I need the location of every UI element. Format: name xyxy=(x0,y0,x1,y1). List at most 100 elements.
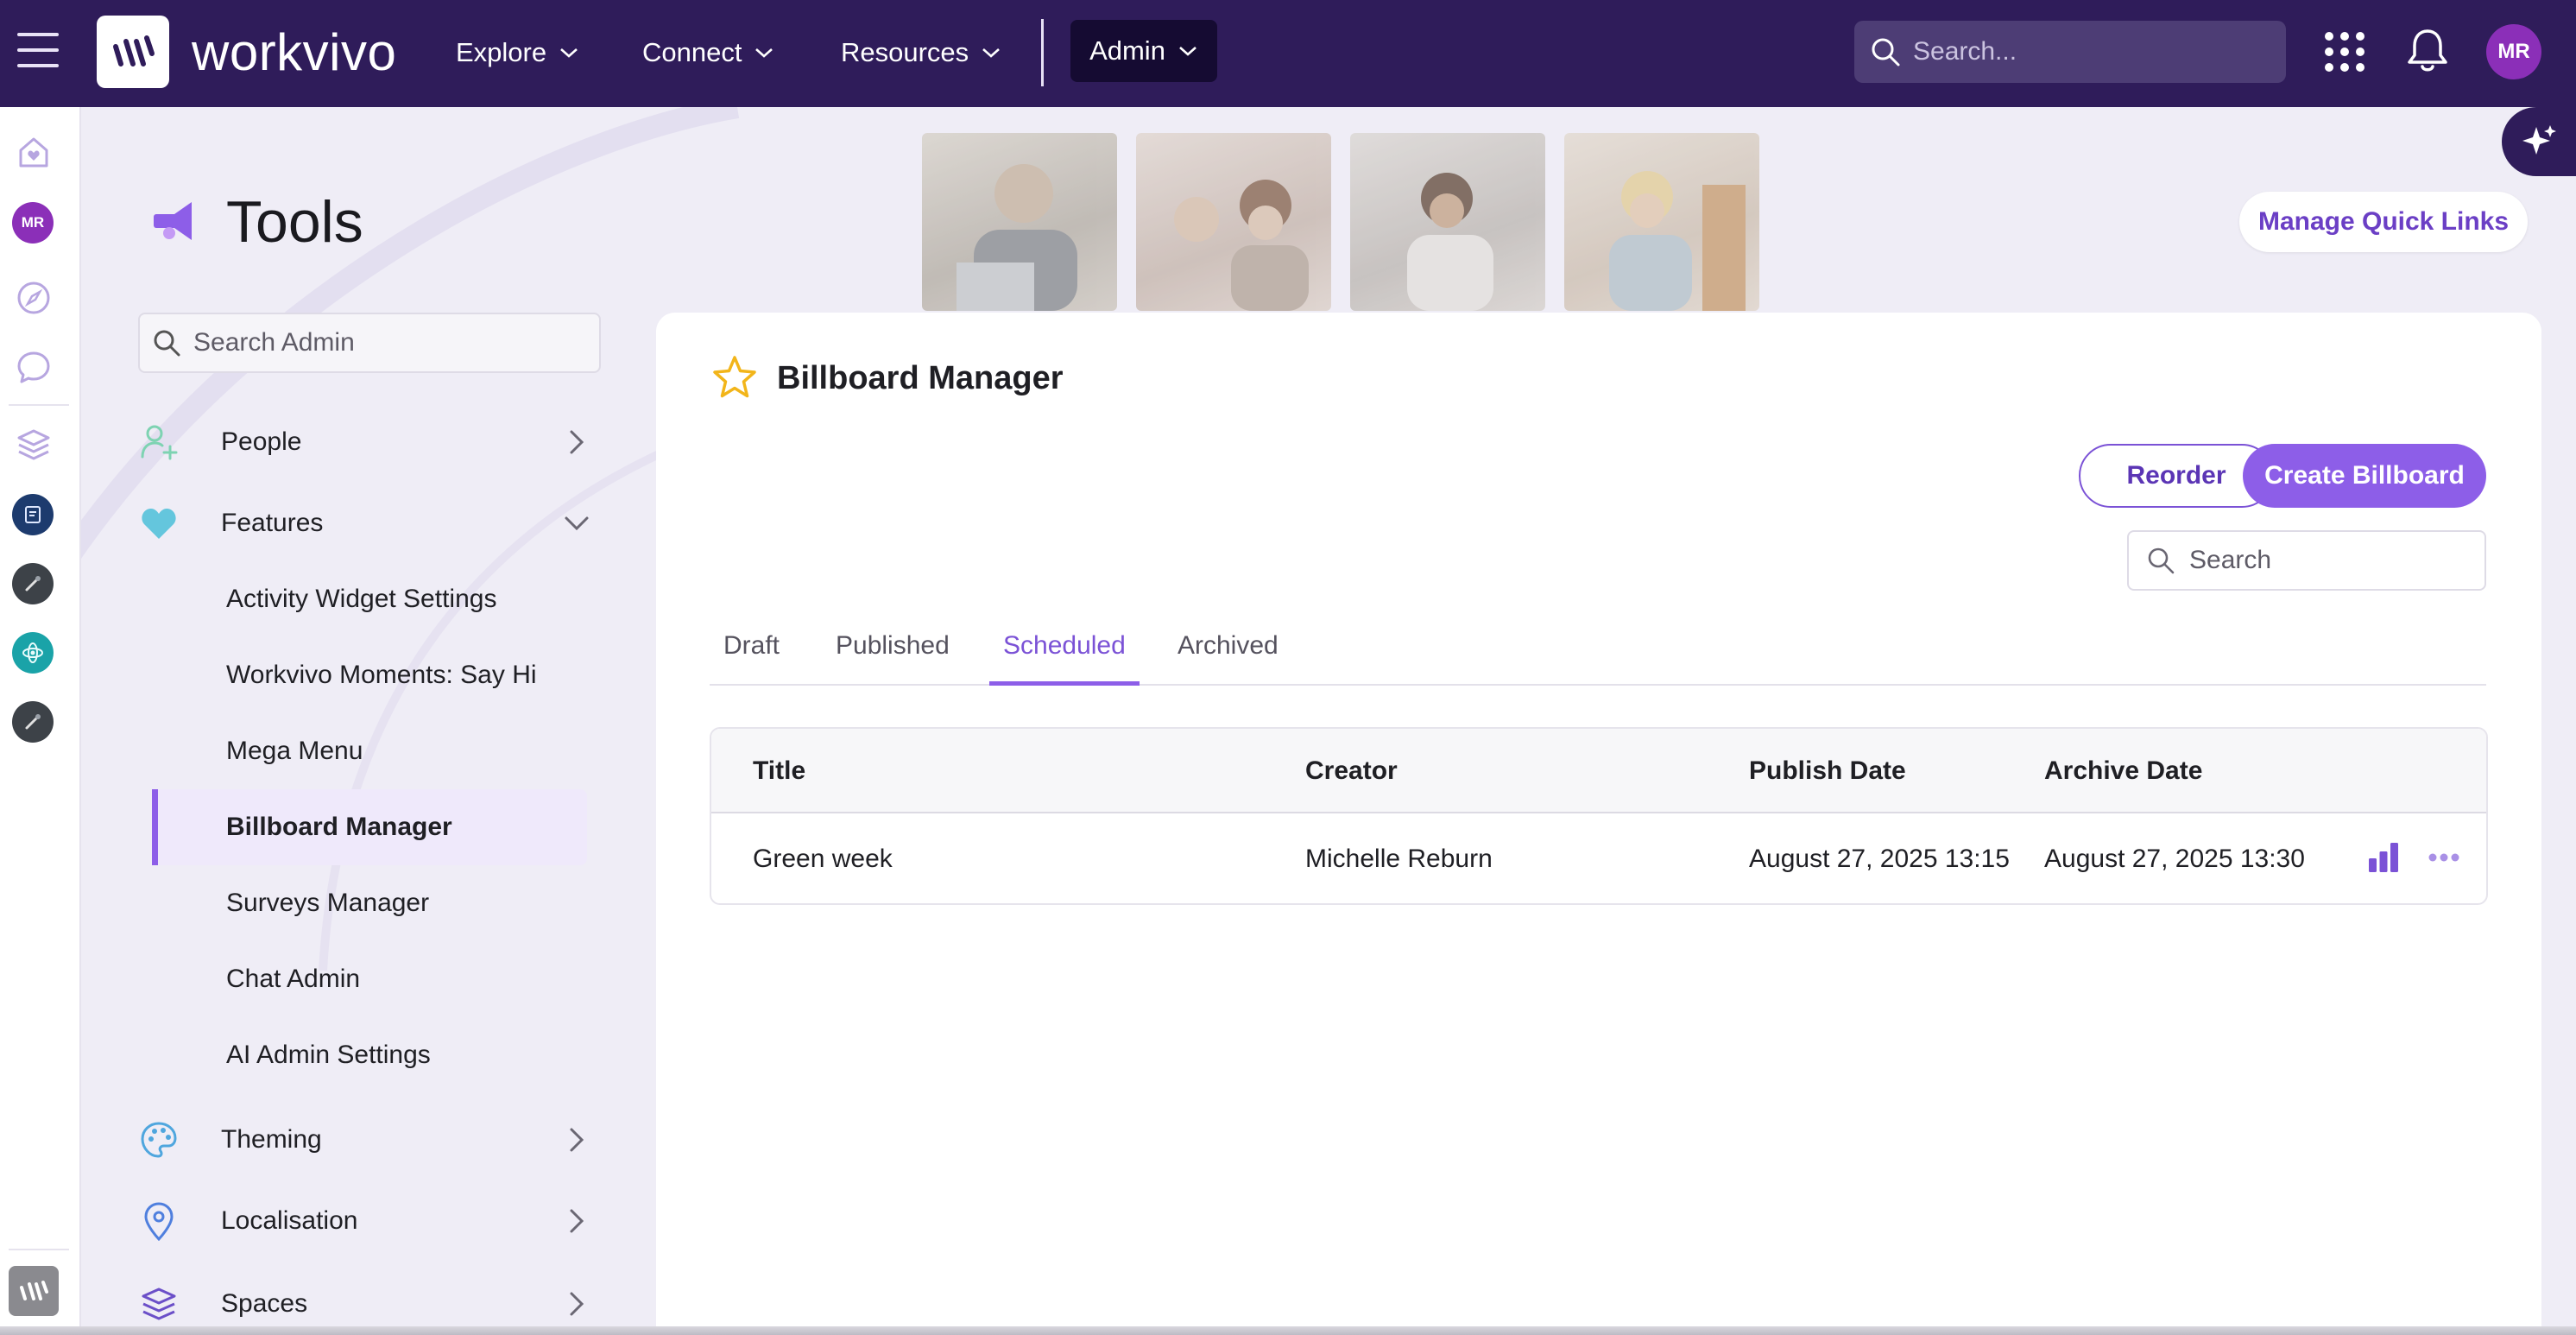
tab-archived[interactable]: Archived xyxy=(1164,606,1292,686)
sidebar-section-label: Theming xyxy=(221,1125,322,1154)
billboard-manager-panel: Billboard Manager Reorder Create Billboa… xyxy=(656,313,2541,1335)
chevron-down-icon xyxy=(560,48,578,58)
nav-admin[interactable]: Admin xyxy=(1070,20,1217,82)
nav-resources-label: Resources xyxy=(841,37,969,67)
chevron-down-icon xyxy=(565,516,589,531)
panel-title: Billboard Manager xyxy=(777,360,1064,396)
nav-divider xyxy=(1041,19,1044,86)
location-pin-icon xyxy=(138,1200,180,1242)
sidebar-item-surveys-manager[interactable]: Surveys Manager xyxy=(152,865,587,941)
sidebar-section-people[interactable]: People xyxy=(138,414,601,470)
admin-search[interactable] xyxy=(138,313,601,373)
chat-bubble-icon[interactable] xyxy=(16,349,52,385)
apps-grid-icon[interactable] xyxy=(2324,31,2365,73)
hero-photo-3 xyxy=(1350,133,1545,311)
user-avatar[interactable]: MR xyxy=(2486,24,2541,79)
cell-creator: Michelle Reburn xyxy=(1305,845,1493,873)
chevron-right-icon xyxy=(570,1209,584,1233)
search-icon xyxy=(1872,38,1900,66)
chevron-right-icon xyxy=(570,1128,584,1152)
manage-quick-links-button[interactable]: Manage Quick Links xyxy=(2239,192,2528,252)
nav-explore[interactable]: Explore xyxy=(456,26,579,79)
compass-icon[interactable] xyxy=(16,280,52,316)
sidebar-section-spaces[interactable]: Spaces xyxy=(138,1276,601,1332)
hamburger-menu-icon[interactable] xyxy=(17,33,62,71)
chevron-down-icon xyxy=(982,48,1001,58)
create-billboard-button[interactable]: Create Billboard xyxy=(2243,444,2486,508)
rail-divider xyxy=(9,1249,69,1250)
chevron-right-icon xyxy=(570,430,584,454)
home-heart-icon[interactable] xyxy=(16,135,52,171)
billboard-table: Title Creator Publish Date Archive Date … xyxy=(710,727,2488,905)
sidebar-item-activity-widget-settings[interactable]: Activity Widget Settings xyxy=(152,561,587,637)
tab-published[interactable]: Published xyxy=(822,606,963,686)
search-icon xyxy=(154,330,180,357)
rail-user-avatar[interactable]: MR xyxy=(12,202,54,244)
page-title: Tools xyxy=(226,189,363,255)
column-header-title[interactable]: Title xyxy=(753,729,805,813)
chevron-down-icon xyxy=(1179,47,1196,56)
sidebar-item-billboard-manager[interactable]: Billboard Manager xyxy=(152,789,587,865)
layers-icon[interactable] xyxy=(16,427,52,463)
nav-admin-label: Admin xyxy=(1089,35,1165,66)
tab-scheduled[interactable]: Scheduled xyxy=(989,606,1140,686)
workvivo-logo-icon[interactable] xyxy=(97,16,169,88)
billboard-search-input[interactable] xyxy=(2189,546,2483,575)
sidebar-section-localisation[interactable]: Localisation xyxy=(138,1193,601,1249)
add-person-icon xyxy=(138,421,180,463)
star-favorite-icon[interactable] xyxy=(711,354,758,401)
sidebar-section-label: People xyxy=(221,427,302,456)
sparkle-icon xyxy=(2522,125,2556,155)
brand-name[interactable]: workvivo xyxy=(192,21,396,85)
sidebar-section-label: Localisation xyxy=(221,1206,358,1235)
global-search-input[interactable] xyxy=(1913,37,2276,66)
status-tabs: Draft Published Scheduled Archived xyxy=(710,606,2486,686)
billboard-search[interactable] xyxy=(2127,530,2486,591)
top-navigation-bar: workvivo Explore Connect Resources Admin… xyxy=(0,0,2576,107)
layers-icon xyxy=(138,1283,180,1325)
hero-photo-2 xyxy=(1136,133,1331,311)
sidebar-item-mega-menu[interactable]: Mega Menu xyxy=(152,713,587,789)
hero-photo-1 xyxy=(922,133,1117,311)
hero-photo-4 xyxy=(1564,133,1759,311)
sidebar-section-label: Spaces xyxy=(221,1289,308,1318)
sidebar-section-features[interactable]: Features xyxy=(138,496,601,551)
left-rail: MR xyxy=(0,107,81,1335)
sidebar-item-chat-admin[interactable]: Chat Admin xyxy=(152,941,587,1017)
sidebar-item-workvivo-moments[interactable]: Workvivo Moments: Say Hi xyxy=(152,637,587,713)
tab-draft[interactable]: Draft xyxy=(710,606,793,686)
cell-publish-date: August 27, 2025 13:15 xyxy=(1749,845,2010,873)
atom-avatar-icon[interactable] xyxy=(12,632,54,674)
global-search[interactable] xyxy=(1854,21,2286,83)
workvivo-logo-icon[interactable] xyxy=(9,1266,59,1316)
table-row[interactable]: Green week Michelle Reburn August 27, 20… xyxy=(711,813,2486,903)
search-icon xyxy=(2148,547,2175,574)
chevron-right-icon xyxy=(570,1292,584,1316)
nav-resources[interactable]: Resources xyxy=(841,26,1001,79)
more-options-icon[interactable] xyxy=(2426,839,2462,876)
notifications-bell-icon[interactable] xyxy=(2405,26,2450,74)
rail-divider xyxy=(9,404,69,406)
megaphone-icon xyxy=(154,202,192,240)
space-avatar-icon[interactable] xyxy=(12,494,54,535)
nav-explore-label: Explore xyxy=(456,37,547,67)
ai-assistant-button[interactable] xyxy=(2502,107,2576,176)
bar-chart-icon[interactable] xyxy=(2365,839,2402,876)
column-header-creator[interactable]: Creator xyxy=(1305,729,1398,813)
sidebar-item-ai-admin-settings[interactable]: AI Admin Settings xyxy=(152,1017,587,1093)
column-header-archive-date[interactable]: Archive Date xyxy=(2044,729,2202,813)
column-header-publish-date[interactable]: Publish Date xyxy=(1749,729,1906,813)
window-bottom-edge xyxy=(0,1326,2576,1335)
sidebar-section-label: Features xyxy=(221,509,324,537)
nav-connect[interactable]: Connect xyxy=(642,26,774,79)
cell-title: Green week xyxy=(753,845,893,873)
sidebar-section-theming[interactable]: Theming xyxy=(138,1112,601,1167)
admin-search-input[interactable] xyxy=(193,328,590,357)
tools-avatar-icon[interactable] xyxy=(12,563,54,604)
table-header: Title Creator Publish Date Archive Date xyxy=(711,729,2486,813)
chevron-down-icon xyxy=(755,48,773,58)
cell-archive-date: August 27, 2025 13:30 xyxy=(2044,845,2305,873)
palette-icon xyxy=(138,1119,180,1161)
tools-avatar-icon[interactable] xyxy=(12,701,54,743)
heart-icon xyxy=(138,503,180,544)
